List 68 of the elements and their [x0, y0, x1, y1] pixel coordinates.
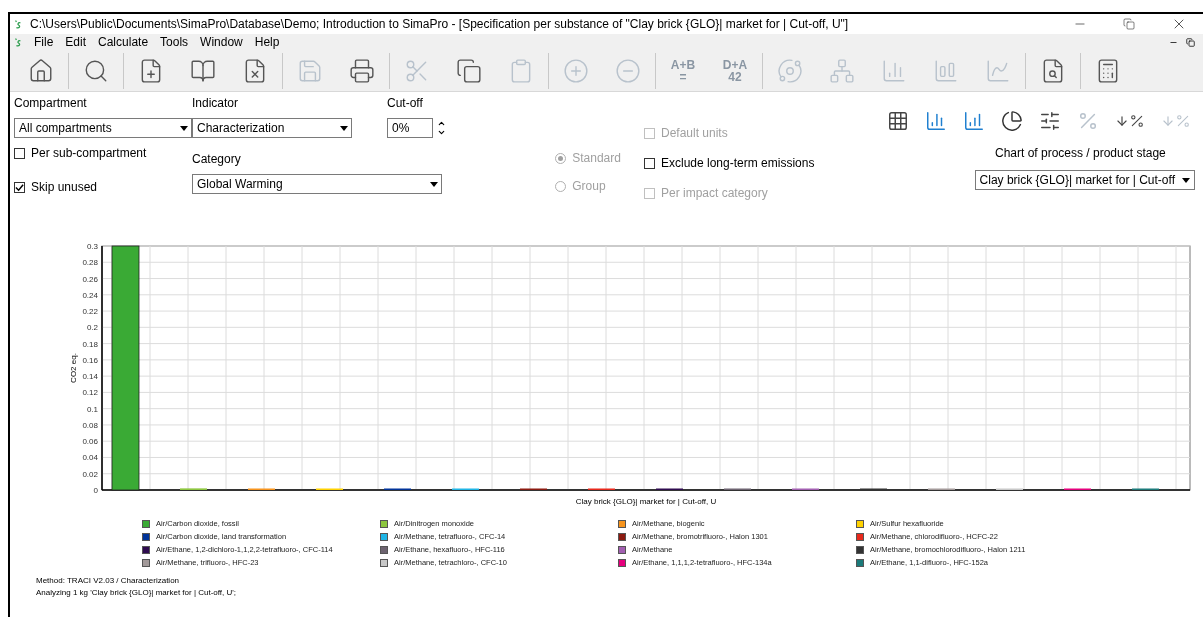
percent-icon	[1077, 110, 1099, 132]
spin-up-icon[interactable]	[437, 119, 446, 128]
print-icon	[349, 57, 375, 84]
document-logo-icon	[14, 36, 22, 48]
menu-item[interactable]: Help	[254, 33, 280, 51]
axis-tick-label: 0.26	[82, 274, 98, 284]
checkbox[interactable]: Skip unused	[14, 178, 192, 196]
menu-item[interactable]: Edit	[65, 33, 87, 51]
restore-icon[interactable]	[1186, 37, 1195, 47]
axis-tick-label: 0.1	[86, 404, 98, 414]
process-stage-select[interactable]: Clay brick {GLO}| market for | Cut-off	[974, 170, 1195, 190]
category-select[interactable]: Global Warming	[192, 174, 442, 194]
menu-item[interactable]: Window	[200, 33, 243, 51]
axis-tick-label: 0.04	[82, 453, 98, 463]
cutoff-field[interactable]: 0%	[387, 118, 433, 138]
axis-tick-label: 0.12	[82, 388, 98, 398]
axis-tick-label: 0.28	[82, 258, 98, 268]
sort-percent-icon	[1129, 113, 1145, 129]
axis-title: CO2 eq.	[69, 353, 78, 383]
home-icon	[28, 57, 54, 84]
chart-tool-button[interactable]	[1115, 113, 1145, 129]
copy-icon	[456, 57, 482, 84]
status-text: Method: TRACI V2.03 / Characterization	[36, 575, 181, 587]
axis-tick-label: 0.16	[82, 355, 98, 365]
sliders-icon	[1039, 110, 1061, 132]
axis-tick-label: 0.2	[86, 323, 98, 333]
menu-item[interactable]: Calculate	[98, 33, 149, 51]
field-label: Indicator	[192, 95, 240, 112]
field-label: Compartment	[14, 95, 88, 112]
checkbox-box[interactable]	[644, 157, 655, 169]
field-label: Chart of process / product stage	[995, 145, 1167, 162]
axis-tick-label: 0.02	[82, 469, 98, 479]
menu-item[interactable]: Tools	[160, 33, 189, 51]
network-icon	[777, 57, 803, 84]
axis-tick-label: 0.06	[82, 437, 98, 447]
axis-tick-label: 0.08	[82, 420, 98, 430]
axis-tick-label: 0.24	[82, 290, 98, 300]
tree-icon	[829, 57, 855, 84]
chart-tool-button[interactable]	[1001, 110, 1023, 132]
remove-icon	[615, 57, 641, 84]
axis-tick-label: 0.22	[82, 307, 98, 317]
bar-chart-icon	[963, 110, 985, 132]
checkbox-box[interactable]	[14, 181, 25, 193]
status-text: Analyzing 1 kg 'Clay brick {GLO}| market for | Cut-off, U';	[36, 587, 238, 599]
chart-tool-button[interactable]	[887, 110, 909, 132]
compartment-select[interactable]: All compartments	[14, 118, 192, 138]
axis-tick-label: 0.3	[86, 242, 98, 251]
window-title: C:\Users\Public\Documents\SimaPro\Database\Demo; Introduction to SimaPro - [Specification per substance of "Clay brick {GLO}| market for | Cut-off, U"]	[30, 16, 849, 33]
checkbox-box[interactable]	[14, 147, 25, 159]
axis-tick-label: 0.14	[82, 372, 98, 382]
pie-chart-icon	[1001, 110, 1023, 132]
chart-tool-button[interactable]	[1039, 110, 1061, 132]
axis-tick-label: 0	[93, 486, 98, 495]
category-label: Clay brick {GLO}| market for | Cut-off, U	[575, 497, 717, 506]
indicator-select[interactable]: Characterization	[192, 118, 352, 138]
spin-down-icon[interactable]	[437, 128, 446, 137]
add-icon	[563, 57, 589, 84]
app-logo-icon	[14, 18, 22, 30]
sort-percent-icon	[1175, 113, 1191, 129]
bar-chart-icon	[925, 110, 947, 132]
table-icon	[887, 110, 909, 132]
menu-item[interactable]: File	[34, 33, 54, 51]
checkbox[interactable]: Exclude long-term emissions	[644, 154, 887, 172]
checkbox[interactable]: Per sub-compartment	[14, 144, 192, 162]
restore-icon[interactable]	[1123, 18, 1135, 30]
field-label: Cut-off	[387, 95, 424, 112]
field-label: Category	[192, 151, 242, 168]
axis-tick-label: 0.18	[82, 339, 98, 349]
